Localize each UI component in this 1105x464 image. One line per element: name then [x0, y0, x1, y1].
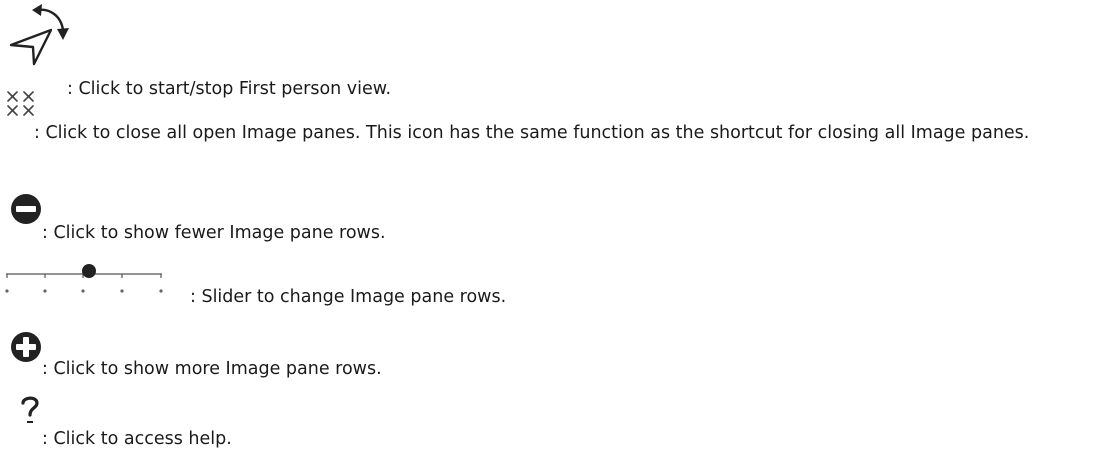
- entry-text: : Click to start/stop First person view.: [67, 79, 392, 99]
- close-all-panes-icon[interactable]: [6, 90, 40, 118]
- entry-text: : Click to show more Image pane rows.: [42, 359, 382, 379]
- rows-slider-icon[interactable]: [5, 263, 166, 295]
- help-page: { "entries": [ {"icon": "first-person-vi…: [0, 0, 1105, 464]
- entry-text: : Click to close all open Image panes. T…: [34, 123, 1030, 143]
- help-question-icon[interactable]: [20, 395, 42, 429]
- entry-text: : Click to access help.: [42, 429, 232, 449]
- entry-text: : Slider to change Image pane rows.: [190, 287, 507, 307]
- plus-circle-icon[interactable]: [10, 331, 44, 365]
- entry-text: : Click to show fewer Image pane rows.: [42, 223, 386, 243]
- minus-circle-icon[interactable]: [10, 193, 44, 227]
- first-person-view-icon[interactable]: [6, 2, 74, 68]
